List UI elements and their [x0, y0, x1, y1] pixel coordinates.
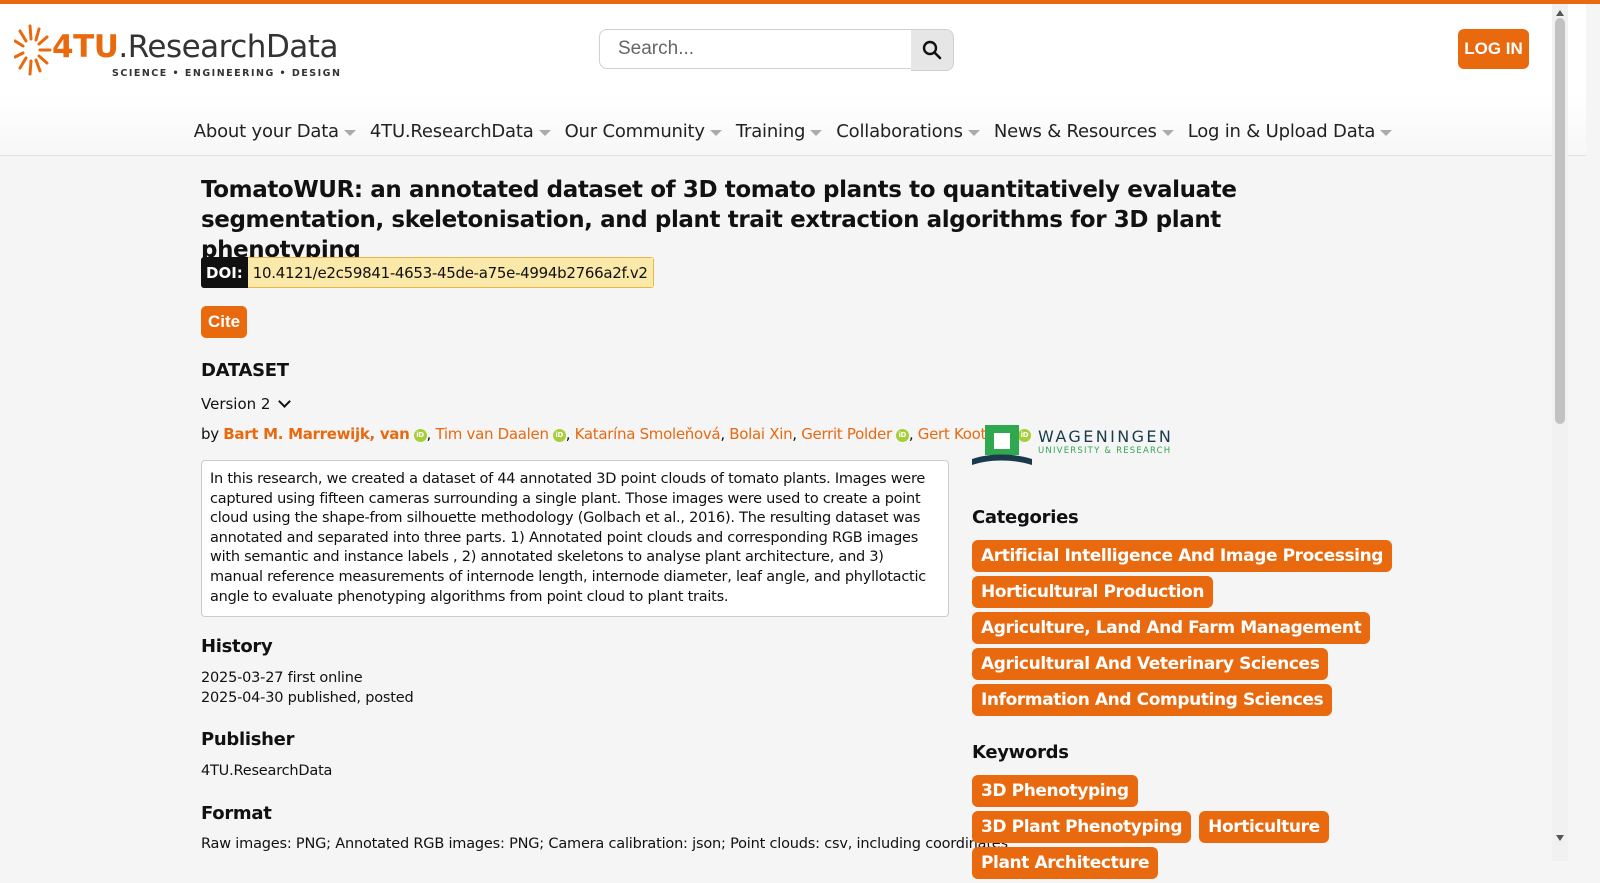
scroll-down-icon[interactable]: [1556, 835, 1564, 841]
history-entry: 2025-04-30 published, posted: [201, 690, 414, 706]
author-link[interactable]: Bolai Xin: [729, 425, 792, 443]
version-selector[interactable]: Version 2: [201, 395, 292, 413]
logo-tagline: SCIENCE • ENGINEERING • DESIGN: [112, 68, 342, 79]
scrollbar-thumb[interactable]: [1555, 18, 1565, 424]
category-tag[interactable]: Information And Computing Sciences: [972, 684, 1333, 716]
scroll-up-icon[interactable]: [1556, 10, 1564, 16]
nav-about-your-data[interactable]: About your Data: [194, 116, 356, 146]
author-link[interactable]: Bart M. Marrewijk, van: [223, 425, 410, 443]
keyword-tag[interactable]: 3D Plant Phenotyping: [972, 811, 1192, 843]
history-heading: History: [201, 636, 273, 657]
doi-value[interactable]: 10.4121/e2c59841-4653-45de-a75e-4994b276…: [247, 257, 654, 288]
search-icon: [922, 40, 942, 60]
doi-label: DOI:: [201, 257, 248, 288]
search-input[interactable]: [599, 29, 919, 69]
sunburst-icon: [14, 24, 52, 76]
categories-list: Artificial Intelligence And Image Proces…: [972, 540, 1393, 720]
orcid-icon[interactable]: iD: [552, 429, 566, 442]
dataset-sidebar: WAGENINGEN UNIVERSITY & RESEARCH Categor…: [972, 155, 1393, 879]
history-entry: 2025-03-27 first online: [201, 670, 363, 686]
institution-logo[interactable]: WAGENINGEN UNIVERSITY & RESEARCH: [972, 423, 1192, 467]
nav-news-resources[interactable]: News & Resources: [994, 116, 1174, 146]
caret-down-icon: [538, 129, 551, 136]
category-tag[interactable]: Agricultural And Veterinary Sciences: [972, 648, 1329, 680]
nav-training[interactable]: Training: [736, 116, 823, 146]
keyword-tag[interactable]: Horticulture: [1199, 811, 1329, 843]
dataset-abstract: In this research, we created a dataset o…: [201, 460, 949, 617]
caret-down-icon: [343, 129, 356, 136]
keyword-tag[interactable]: 3D Phenotyping: [972, 775, 1138, 807]
keywords-list: 3D Phenotyping 3D Plant Phenotyping Hort…: [972, 775, 1342, 883]
caret-down-icon: [967, 129, 980, 136]
search-bar: [599, 29, 954, 71]
categories-heading: Categories: [972, 507, 1079, 528]
category-tag[interactable]: Horticultural Production: [972, 576, 1214, 608]
nav-login-upload[interactable]: Log in & Upload Data: [1188, 116, 1393, 146]
orcid-icon[interactable]: iD: [413, 429, 427, 442]
dataset-type-label: DATASET: [201, 360, 289, 381]
site-logo[interactable]: 4TU.ResearchData SCIENCE • ENGINEERING •…: [14, 18, 340, 84]
search-button[interactable]: [911, 29, 954, 71]
format-heading: Format: [201, 803, 272, 824]
site-header: 4TU.ResearchData SCIENCE • ENGINEERING •…: [0, 4, 1586, 156]
category-tag[interactable]: Artificial Intelligence And Image Proces…: [972, 540, 1393, 572]
page-scrollbar[interactable]: [1552, 4, 1568, 861]
caret-down-icon: [810, 129, 823, 136]
publisher-heading: Publisher: [201, 729, 295, 750]
author-list: by Bart M. Marrewijk, van iD, Tim van Daa…: [201, 425, 1031, 443]
author-link[interactable]: Katarína Smoleňová: [575, 425, 721, 443]
caret-down-icon: [1380, 129, 1393, 136]
dataset-page: TomatoWUR: an annotated dataset of 3D to…: [201, 155, 1551, 879]
cite-button[interactable]: Cite: [201, 306, 247, 338]
chevron-down-icon: [278, 395, 292, 408]
nav-4tu-researchdata[interactable]: 4TU.ResearchData: [370, 116, 551, 146]
format-value: Raw images: PNG; Annotated RGB images: P…: [201, 836, 1008, 852]
institution-subtitle: UNIVERSITY & RESEARCH: [1038, 446, 1172, 456]
keyword-tag[interactable]: Plant Architecture: [972, 847, 1159, 879]
publisher-value: 4TU.ResearchData: [201, 763, 333, 779]
logo-wordmark: 4TU.ResearchData: [52, 29, 338, 65]
doi-badge[interactable]: DOI: 10.4121/e2c59841-4653-45de-a75e-499…: [201, 257, 654, 288]
author-link[interactable]: Tim van Daalen: [435, 425, 549, 443]
main-navigation: About your Data 4TU.ResearchData Our Com…: [0, 116, 1586, 146]
caret-down-icon: [1161, 129, 1174, 136]
category-tag[interactable]: Agriculture, Land And Farm Management: [972, 612, 1371, 644]
nav-collaborations[interactable]: Collaborations: [836, 116, 980, 146]
institution-name: WAGENINGEN: [1038, 427, 1174, 446]
caret-down-icon: [709, 129, 722, 136]
wur-emblem-icon: [972, 425, 1032, 465]
keywords-heading: Keywords: [972, 742, 1069, 763]
login-button[interactable]: LOG IN: [1458, 29, 1529, 69]
author-link[interactable]: Gerrit Polder: [801, 425, 892, 443]
nav-our-community[interactable]: Our Community: [565, 116, 722, 146]
orcid-icon[interactable]: iD: [895, 429, 909, 442]
